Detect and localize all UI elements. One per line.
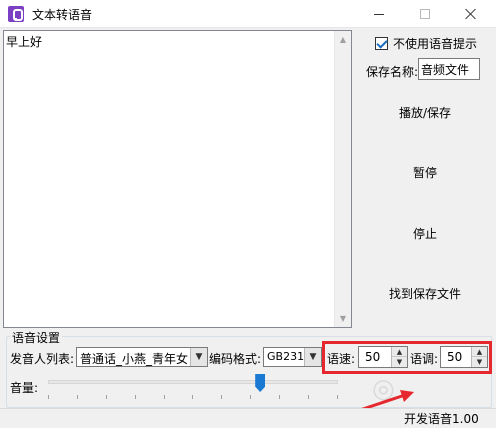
minimize-icon	[374, 13, 384, 15]
disable-prompt-label: 不使用语音提示	[393, 37, 478, 51]
window-title: 文本转语音	[32, 8, 93, 22]
save-name-input[interactable]: 音频文件	[418, 58, 480, 80]
scroll-down-icon[interactable]: ▼	[335, 310, 351, 327]
volume-slider-track[interactable]	[48, 380, 338, 384]
encoding-dropdown-button[interactable]: ▼	[304, 348, 321, 366]
disable-prompt-option[interactable]: 不使用语音提示	[375, 35, 477, 52]
scroll-up-icon[interactable]: ▲	[335, 31, 351, 48]
speaker-select[interactable]: 普通话_小燕_青年女 ▼	[76, 347, 208, 367]
play-save-button[interactable]: 播放/保存	[366, 92, 484, 132]
maximize-icon	[420, 9, 430, 19]
speaker-dropdown-button[interactable]: ▼	[190, 348, 207, 366]
chevron-down-icon: ▼	[195, 352, 203, 362]
volume-label: 音量:	[10, 381, 39, 395]
status-text: 开发语音1.00	[404, 412, 479, 426]
chevron-down-icon: ▼	[309, 352, 317, 362]
voice-settings-title: 语音设置	[10, 329, 63, 346]
speaker-list-label: 发音人列表:	[10, 352, 75, 366]
microphone-app-icon	[8, 6, 24, 22]
title-bar: 文本转语音	[0, 0, 496, 28]
speaker-value: 普通话_小燕_青年女	[80, 352, 189, 366]
maximize-button[interactable]	[404, 0, 446, 28]
encoding-label: 编码格式:	[209, 352, 262, 366]
vertical-scrollbar[interactable]: ▲ ▼	[334, 31, 351, 327]
minimize-button[interactable]	[358, 0, 400, 28]
disable-prompt-checkbox[interactable]	[375, 37, 388, 50]
text-input-area[interactable]: 早上好 ▲ ▼	[3, 30, 352, 328]
text-content[interactable]: 早上好	[6, 33, 42, 50]
close-button[interactable]	[450, 0, 492, 28]
encoding-select[interactable]: GB2312 ▼	[263, 347, 322, 367]
volume-slider-ticks	[48, 395, 338, 399]
find-saved-file-button[interactable]: 找到保存文件	[366, 273, 484, 313]
speed-pitch-highlight-box	[322, 341, 492, 374]
stop-button[interactable]: 停止	[366, 213, 484, 253]
close-icon	[465, 8, 477, 20]
pause-button[interactable]: 暂停	[366, 152, 484, 192]
save-name-label: 保存名称:	[366, 65, 419, 79]
